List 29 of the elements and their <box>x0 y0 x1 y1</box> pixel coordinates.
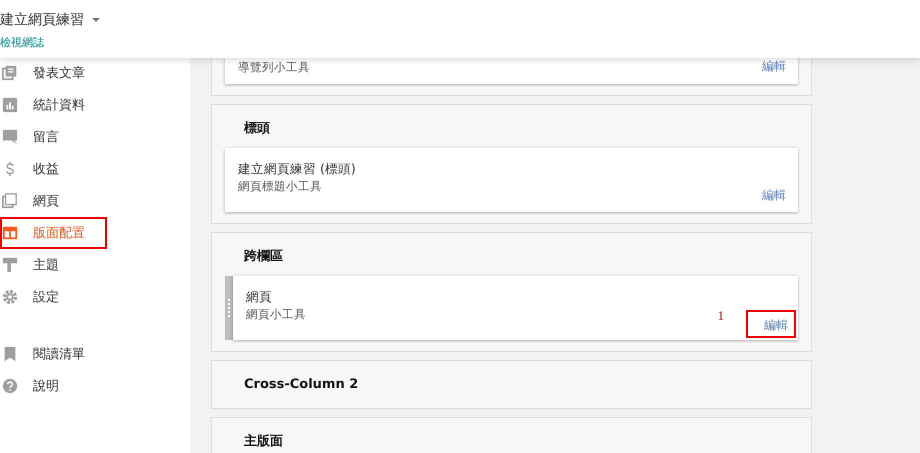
sidebar-item[interactable]: 閱讀清單 <box>0 338 107 370</box>
drag-handle[interactable] <box>225 276 233 340</box>
sidebar-item[interactable]: 發表文章 <box>0 57 107 89</box>
section-title: 主版面 <box>243 432 284 451</box>
sidebar-item[interactable]: 統計資料 <box>0 89 107 121</box>
paint-roller-icon <box>2 257 18 273</box>
sidebar-item[interactable]: 設定 <box>0 281 107 313</box>
widget-title: 網頁 <box>246 288 273 306</box>
sidebar-item[interactable]: 留言 <box>0 121 107 153</box>
blog-title[interactable]: 建立網頁練習 <box>0 11 84 29</box>
sidebar-item[interactable]: 主題 <box>0 249 107 281</box>
edit-link[interactable]: 編輯 <box>744 57 788 76</box>
annotation-number: 1 <box>718 308 724 324</box>
bookmark-icon <box>2 346 18 362</box>
widget-type: 導覽列小工具 <box>238 59 310 76</box>
widget-type: 網頁標題小工具 <box>238 178 323 195</box>
section-title: Cross-Column 2 <box>243 376 360 394</box>
widget-title: 建立網頁練習 (標頭) <box>238 160 356 178</box>
caret-icon[interactable] <box>92 18 100 22</box>
edit-link[interactable]: 編輯 <box>746 310 796 338</box>
section-title: 標頭 <box>242 120 271 138</box>
sidebar-item[interactable]: 收益 <box>0 153 107 185</box>
sidebar-item[interactable]: 說明 <box>0 370 107 402</box>
sidebar-item[interactable]: 網頁 <box>0 185 107 217</box>
edit-link[interactable]: 編輯 <box>744 186 788 205</box>
widget-type: 網頁小工具 <box>246 306 306 323</box>
view-blog-link[interactable]: 檢視網誌 <box>0 35 44 50</box>
speech-bubble-icon <box>2 129 18 145</box>
section-title: 跨欄區 <box>243 248 284 266</box>
